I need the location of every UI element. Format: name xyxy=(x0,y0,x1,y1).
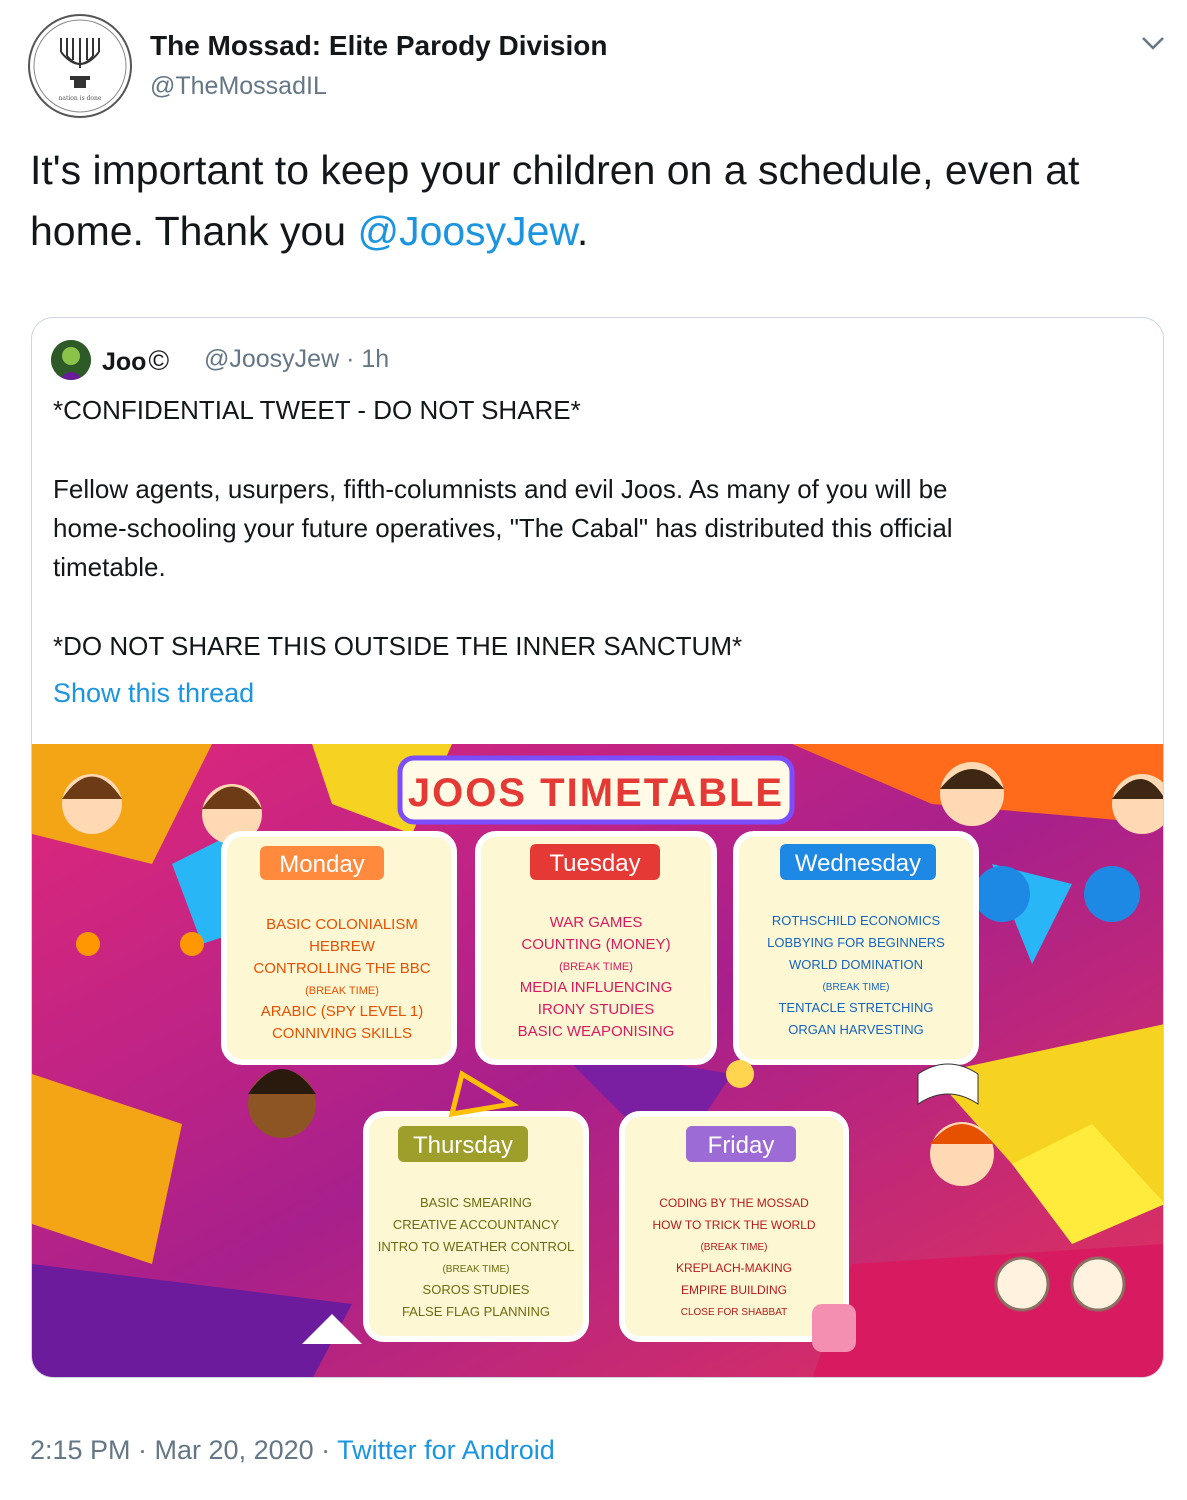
timetable-entry: HEBREW xyxy=(309,938,376,955)
timestamp[interactable]: 2:15 PM · Mar 20, 2020 · xyxy=(30,1435,337,1465)
timetable-entry: (BREAK TIME) xyxy=(305,985,379,997)
timetable-entry: TENTACLE STRETCHING xyxy=(778,1000,933,1015)
timetable-entry: CLOSE FOR SHABBAT xyxy=(681,1307,788,1318)
timetable-entry: CONNIVING SKILLS xyxy=(272,1025,412,1042)
copyright-symbol: © xyxy=(148,345,170,376)
day-card-thursday: Thursday BASIC SMEARING CREATIVE ACCOUNT… xyxy=(363,1111,589,1342)
timetable-entry: MEDIA INFLUENCING xyxy=(520,979,673,996)
apple-icon xyxy=(76,932,100,956)
quoted-author-avatar[interactable] xyxy=(51,340,91,380)
apple-icon xyxy=(726,1060,754,1088)
timetable-entry: (BREAK TIME) xyxy=(559,961,633,973)
quote-paragraph-line: Fellow agents, usurpers, fifth-columnist… xyxy=(53,474,948,504)
timetable-entry: CODING BY THE MOSSAD xyxy=(659,1196,809,1210)
cartoon-kid-icon xyxy=(940,762,1004,826)
author-handle[interactable]: @TheMossadIL xyxy=(150,72,327,101)
timetable-entry: Wednesday xyxy=(795,850,921,877)
timetable-entry: KREPLACH-MAKING xyxy=(676,1261,792,1275)
timetable-image[interactable]: JOOS TIMETABLE Monday BASIC COLONIALISM … xyxy=(32,744,1164,1378)
tweet-text-end: . xyxy=(576,208,589,254)
timetable-entry: BASIC WEAPONISING xyxy=(518,1023,675,1040)
source-link[interactable]: Twitter for Android xyxy=(337,1435,555,1465)
quoted-author-handle-time[interactable]: @JoosyJew · 1h xyxy=(204,345,389,374)
tweet-text: It's important to keep your children on … xyxy=(30,140,1160,262)
quote-confidential-line: *CONFIDENTIAL TWEET - DO NOT SHARE* xyxy=(53,395,581,425)
timetable-entry: (BREAK TIME) xyxy=(822,982,889,993)
cartoon-kid-icon xyxy=(62,774,122,834)
timetable-entry: LOBBYING FOR BEGINNERS xyxy=(767,935,945,950)
timetable-entry: Tuesday xyxy=(549,850,640,877)
timetable-entry: IRONY STUDIES xyxy=(538,1001,654,1018)
backpack-icon xyxy=(812,1304,856,1352)
timetable-entry: Thursday xyxy=(413,1132,513,1159)
timetable-entry: BASIC COLONIALISM xyxy=(266,916,418,933)
quoted-tweet[interactable]: Joo© @JoosyJew · 1h *CONFIDENTIAL TWEET … xyxy=(31,317,1164,1378)
joo-avatar-icon xyxy=(51,340,91,380)
timetable-entry: Friday xyxy=(708,1132,775,1159)
day-card-tuesday: Tuesday WAR GAMES COUNTING (MONEY) (BREA… xyxy=(475,831,717,1065)
quoted-author-name[interactable]: Joo© xyxy=(102,345,169,377)
day-card-monday: Monday BASIC COLONIALISM HEBREW CONTROLL… xyxy=(221,831,457,1065)
author-name[interactable]: The Mossad: Elite Parody Division xyxy=(150,30,607,62)
timetable-entry: INTRO TO WEATHER CONTROL xyxy=(378,1239,574,1254)
timetable-entry: ORGAN HARVESTING xyxy=(788,1022,924,1037)
globe-icon xyxy=(1084,866,1140,922)
tweet-footer: 2:15 PM · Mar 20, 2020 · Twitter for And… xyxy=(30,1435,555,1466)
timetable-entry: WORLD DOMINATION xyxy=(789,957,923,972)
apple-icon xyxy=(180,932,204,956)
cartoon-kid-icon xyxy=(930,1122,994,1186)
show-thread-link[interactable]: Show this thread xyxy=(53,678,254,709)
timetable-entry: SOROS STUDIES xyxy=(423,1282,530,1297)
timetable-entry: FALSE FLAG PLANNING xyxy=(402,1304,550,1319)
timetable-entry: (BREAK TIME) xyxy=(442,1264,509,1275)
svg-text:nation is done: nation is done xyxy=(59,95,102,102)
timetable-entry: EMPIRE BUILDING xyxy=(681,1283,787,1297)
paint-palette-icon xyxy=(994,1256,1050,1312)
timetable-entry: CONTROLLING THE BBC xyxy=(253,960,430,977)
timetable-entry: (BREAK TIME) xyxy=(700,1242,767,1253)
mention-link[interactable]: @JoosyJew xyxy=(357,208,576,254)
timetable-entry: ROTHSCHILD ECONOMICS xyxy=(772,913,941,928)
day-card-wednesday: Wednesday ROTHSCHILD ECONOMICS LOBBYING … xyxy=(733,831,979,1065)
globe-icon xyxy=(974,866,1030,922)
quote-paragraph-line: timetable. xyxy=(53,552,166,582)
timetable-title: JOOS TIMETABLE xyxy=(408,771,784,815)
menorah-logo-icon: nation is done xyxy=(33,19,127,113)
timetable-entry: Monday xyxy=(279,851,364,878)
author-avatar[interactable]: nation is done xyxy=(28,14,132,118)
chevron-down-icon[interactable] xyxy=(1138,28,1168,58)
timetable-entry: ARABIC (SPY LEVEL 1) xyxy=(261,1003,424,1020)
timetable-entry: CREATIVE ACCOUNTANCY xyxy=(393,1217,560,1232)
quote-paragraph-line: home-schooling your future operatives, "… xyxy=(53,513,953,543)
timetable-entry: HOW TO TRICK THE WORLD xyxy=(652,1218,815,1232)
timetable-entry: COUNTING (MONEY) xyxy=(521,936,670,953)
timetable-entry: BASIC SMEARING xyxy=(420,1195,532,1210)
quote-warning-line: *DO NOT SHARE THIS OUTSIDE THE INNER SAN… xyxy=(53,631,743,661)
timetable-entry: WAR GAMES xyxy=(550,914,643,931)
paint-palette-icon xyxy=(1070,1256,1126,1312)
day-card-friday: Friday CODING BY THE MOSSAD HOW TO TRICK… xyxy=(619,1111,849,1342)
